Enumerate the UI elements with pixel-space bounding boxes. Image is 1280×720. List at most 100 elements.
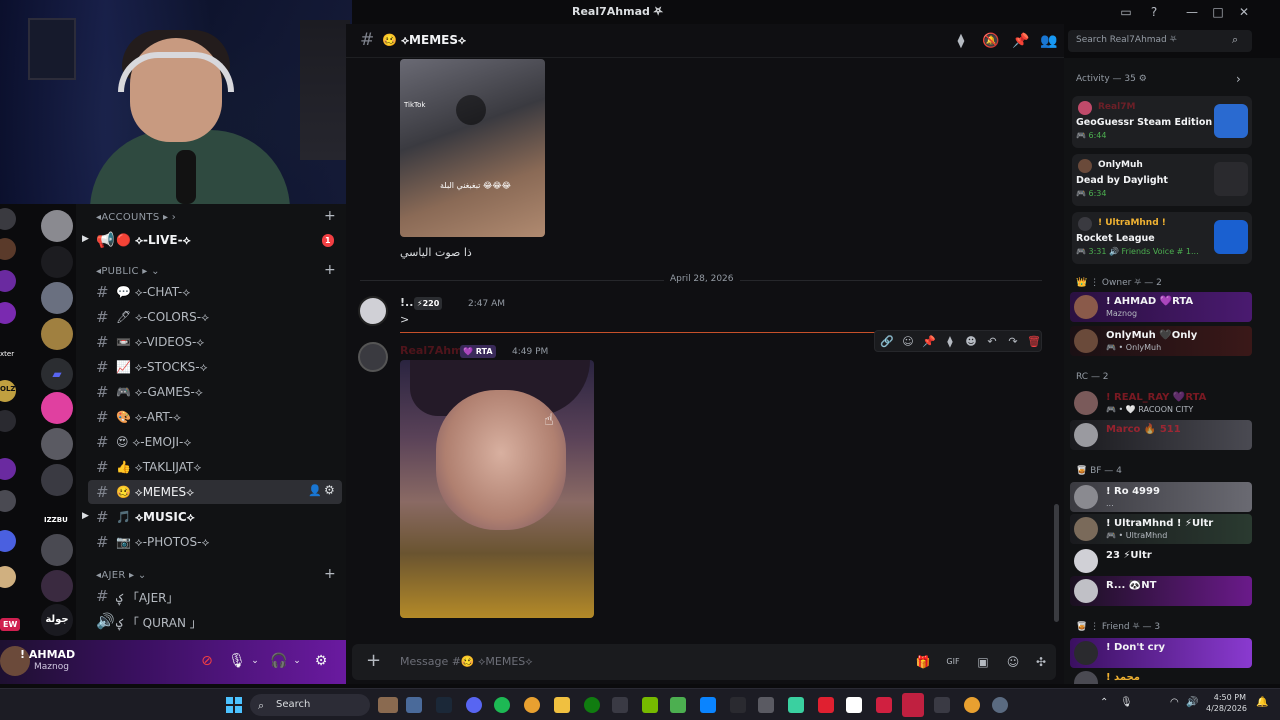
member-item[interactable]: OnlyMuh 🖤Only 🎮 • OnlyMuh xyxy=(1070,326,1252,356)
channel-chat[interactable]: # 💬 ⟡-CHAT-⟡ xyxy=(88,280,342,304)
active-app-icon[interactable] xyxy=(902,693,924,717)
server-icon[interactable] xyxy=(0,270,16,292)
xbox-icon[interactable] xyxy=(584,697,600,713)
pin-icon[interactable]: 📌 xyxy=(1012,32,1030,50)
clock[interactable]: 4:50 PM 4/28/2026 xyxy=(1206,692,1247,714)
channel-live[interactable]: ▶ 📢 🔴 ⟡-LIVE-⟡ 1 xyxy=(82,228,342,252)
server-icon[interactable]: جولة xyxy=(41,604,73,636)
channel-ajer[interactable]: # ؼ 「AJER」 xyxy=(88,584,342,608)
channel-emoji[interactable]: # 😍 ⟡-EMOJI-⟡ xyxy=(88,430,342,454)
member-item[interactable]: 23 ⚡Ultr xyxy=(1070,546,1252,576)
settings-icon[interactable] xyxy=(992,697,1008,713)
chevron-down-icon[interactable]: ⌄ xyxy=(246,652,264,670)
server-icon[interactable] xyxy=(0,530,16,552)
chrome-icon[interactable] xyxy=(524,697,540,713)
nvidia-icon[interactable] xyxy=(642,697,658,713)
app-icon[interactable] xyxy=(934,697,950,713)
camera-off-icon[interactable]: ⊘ xyxy=(198,652,216,670)
minimize-button[interactable]: — xyxy=(1184,4,1200,20)
channel-colors[interactable]: # 🖊 ⟡-COLORS-⟡ xyxy=(88,305,342,329)
sticker-icon[interactable]: ▣ xyxy=(974,653,992,671)
microphone-icon[interactable]: 🎙 xyxy=(228,652,246,670)
steam-icon[interactable] xyxy=(436,697,452,713)
invite-icon[interactable]: 👤 xyxy=(308,484,322,497)
discord-icon[interactable] xyxy=(466,697,482,713)
microphone-icon[interactable]: 🎙 xyxy=(1120,697,1133,708)
play-icon[interactable] xyxy=(456,95,486,125)
server-icon[interactable] xyxy=(41,210,73,242)
server-icon[interactable] xyxy=(41,534,73,566)
adobe-icon[interactable] xyxy=(876,697,892,713)
server-icon[interactable] xyxy=(0,208,16,230)
message-composer[interactable]: + Message #🥴 ⟡MEMES⟡ 🎁 GIF ▣ ☺ ✣ xyxy=(352,644,1056,680)
volume-icon[interactable]: 🔊 xyxy=(1186,697,1198,708)
store-icon[interactable] xyxy=(612,697,628,713)
channel-photos[interactable]: # 📷 ⟡-PHOTOS-⟡ xyxy=(88,530,342,554)
gift-icon[interactable]: 🎁 xyxy=(914,653,932,671)
inbox-icon[interactable]: ▭ xyxy=(1118,4,1134,20)
folder-icon[interactable]: ▰ xyxy=(41,358,73,390)
server-icon[interactable] xyxy=(41,246,73,278)
app-icon[interactable] xyxy=(818,697,834,713)
channel-quran[interactable]: 🔊 ؼ 「 QURAN 」 xyxy=(88,609,342,633)
search-input[interactable]: Search Real7Ahmad ⛧ xyxy=(1076,35,1177,45)
delete-icon[interactable]: 🗑 xyxy=(1026,334,1042,350)
channel-stocks[interactable]: # 📈 ⟡-STOCKS-⟡ xyxy=(88,355,342,379)
channel-memes[interactable]: # 🥴 ⟡MEMES⟡ 👤 ⚙ xyxy=(88,480,342,504)
tray-chevron-icon[interactable]: ⌃ xyxy=(1100,697,1108,708)
server-icon[interactable] xyxy=(41,318,73,350)
gif-icon[interactable]: GIF xyxy=(944,653,962,671)
add-channel-icon[interactable]: + xyxy=(324,208,336,224)
channel-music[interactable]: ▶ # 🎵 ⟡MUSIC⟡ xyxy=(82,505,342,529)
gear-icon[interactable]: ⚙ xyxy=(324,483,335,497)
channel-videos[interactable]: # 📼 ⟡-VIDEOS-⟡ xyxy=(88,330,342,354)
member-item[interactable]: ! AHMAD 💜RTA Maznog xyxy=(1070,292,1252,322)
server-icon[interactable] xyxy=(41,428,73,460)
close-button[interactable]: ✕ xyxy=(1236,4,1252,20)
server-icon[interactable] xyxy=(41,464,73,496)
member-item[interactable]: ! محمد xyxy=(1070,668,1252,684)
activity-card[interactable]: OnlyMuh Dead by Daylight 🎮 6:34 xyxy=(1072,154,1252,206)
message-input[interactable]: Message #🥴 ⟡MEMES⟡ xyxy=(400,655,533,669)
notification-bell-icon[interactable]: 🔕 xyxy=(982,32,1000,50)
reaction-icon[interactable]: ☺ xyxy=(900,334,916,350)
wifi-icon[interactable]: ◠ xyxy=(1170,697,1179,708)
pin-icon[interactable]: 📌 xyxy=(921,334,937,350)
app-icon[interactable] xyxy=(758,697,774,713)
apps-icon[interactable]: ✣ xyxy=(1032,653,1050,671)
server-icon[interactable] xyxy=(41,392,73,424)
emoji-icon[interactable]: ☺ xyxy=(1004,653,1022,671)
add-channel-icon[interactable]: + xyxy=(324,566,336,582)
member-list-icon[interactable]: 👥 xyxy=(1040,32,1058,50)
channel-games[interactable]: # 🎮 ⟡-GAMES-⟡ xyxy=(88,380,342,404)
category-public[interactable]: ◂PUBLIC ▸ ⌄ xyxy=(96,266,160,277)
server-icon[interactable] xyxy=(0,566,16,588)
member-item[interactable]: Marco 🔥 511 xyxy=(1070,420,1252,450)
app-icon[interactable] xyxy=(670,697,686,713)
avatar[interactable] xyxy=(358,342,388,372)
server-icon[interactable] xyxy=(41,282,73,314)
maximize-button[interactable]: □ xyxy=(1210,4,1226,20)
activity-header[interactable]: Activity — 35 ⚙ xyxy=(1076,74,1147,84)
scrollbar[interactable] xyxy=(1054,504,1059,622)
app-icon[interactable] xyxy=(788,697,804,713)
threads-icon[interactable]: ⧫ xyxy=(952,32,970,50)
search-box[interactable]: Search Real7Ahmad ⛧ ⌕ xyxy=(1068,30,1252,52)
channel-art[interactable]: # 🎨 ⟡-ART-⟡ xyxy=(88,405,342,429)
activity-card[interactable]: Real7M GeoGuessr Steam Edition 🎮 6:44 xyxy=(1072,96,1252,148)
channel-taklijat[interactable]: # 👍 ⟡TAKLIJAT⟡ xyxy=(88,455,342,479)
member-item[interactable]: ! UltraMhnd ! ⚡Ultr 🎮 • UltraMhnd xyxy=(1070,514,1252,544)
forward-icon[interactable]: ↷ xyxy=(1005,334,1021,350)
headphones-icon[interactable]: 🎧 xyxy=(270,652,288,670)
windows-start-icon[interactable] xyxy=(226,697,242,713)
taskbar-search[interactable]: ⌕ Search xyxy=(250,694,370,716)
category-ajer[interactable]: ◂AJER ▸ ⌄ xyxy=(96,570,147,581)
avatar[interactable] xyxy=(358,296,388,326)
widget-icon[interactable] xyxy=(378,697,398,713)
link-icon[interactable]: 🔗 xyxy=(879,334,895,350)
server-icon[interactable] xyxy=(0,410,16,432)
member-item[interactable]: ! REAL_RAY 💜RTA 🎮 • 🤍 RACOON CITY xyxy=(1070,388,1252,418)
member-item[interactable]: R... 🐼NT xyxy=(1070,576,1252,606)
chrome-icon[interactable] xyxy=(964,697,980,713)
add-channel-icon[interactable]: + xyxy=(324,262,336,278)
